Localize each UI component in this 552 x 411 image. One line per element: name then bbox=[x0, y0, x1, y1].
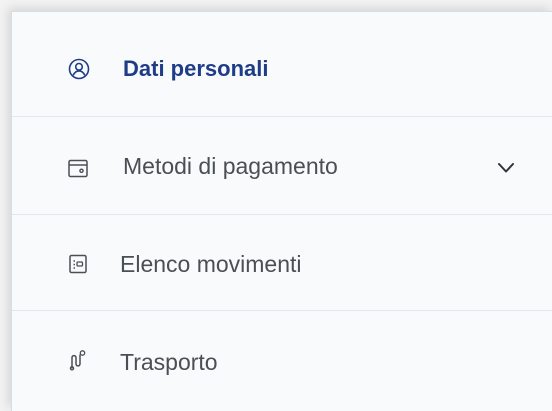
menu-item-metodi-di-pagamento[interactable]: Metodi di pagamento bbox=[12, 116, 552, 214]
menu-item-trasporto[interactable]: Trasporto bbox=[12, 310, 552, 411]
menu-item-label: Dati personali bbox=[123, 56, 269, 81]
menu-item-dati-personali[interactable]: Dati personali bbox=[12, 12, 552, 116]
wallet-icon bbox=[67, 157, 89, 179]
menu-item-label: Trasporto bbox=[120, 349, 218, 375]
menu-item-label: Metodi di pagamento bbox=[123, 153, 338, 179]
list-icon bbox=[67, 253, 89, 275]
account-menu-panel: Dati personali Metodi di pagamento Elenc… bbox=[11, 11, 552, 411]
chevron-down-icon[interactable] bbox=[497, 159, 515, 177]
route-icon bbox=[67, 349, 89, 371]
user-circle-icon bbox=[68, 58, 90, 80]
menu-item-elenco-movimenti[interactable]: Elenco movimenti bbox=[12, 214, 552, 310]
menu-item-label: Elenco movimenti bbox=[120, 251, 302, 277]
